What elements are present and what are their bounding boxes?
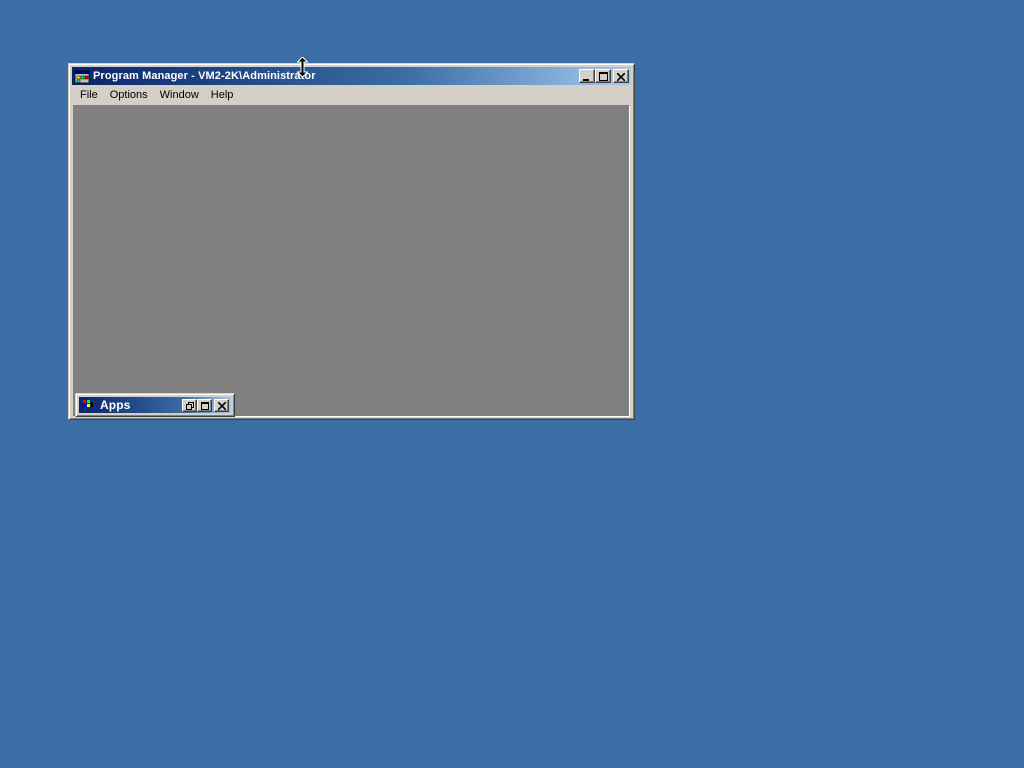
- window-title: Program Manager - VM2-2K\Administrator: [93, 70, 316, 82]
- program-manager-window: Program Manager - VM2-2K\Administrator F…: [68, 63, 635, 420]
- minimize-icon: [583, 69, 591, 84]
- maximize-icon: [200, 398, 209, 413]
- apps-maximize-button[interactable]: [197, 398, 212, 413]
- restore-button[interactable]: [182, 398, 197, 413]
- restore-icon: [185, 398, 194, 413]
- apps-close-button[interactable]: [214, 398, 229, 413]
- program-manager-icon[interactable]: [74, 68, 90, 84]
- menu-help[interactable]: Help: [205, 88, 240, 102]
- minimize-button[interactable]: [579, 69, 595, 83]
- close-icon: [616, 69, 626, 84]
- apps-group-titlebar[interactable]: Apps: [79, 397, 231, 413]
- close-button[interactable]: [613, 69, 629, 83]
- menu-window[interactable]: Window: [154, 88, 205, 102]
- menu-options[interactable]: Options: [104, 88, 154, 102]
- maximize-button[interactable]: [595, 69, 611, 83]
- maximize-icon: [598, 69, 608, 84]
- program-group-icon[interactable]: [81, 397, 97, 413]
- mdi-client-area[interactable]: Apps: [73, 105, 630, 417]
- desktop[interactable]: Program Manager - VM2-2K\Administrator F…: [0, 0, 1024, 768]
- window-titlebar[interactable]: Program Manager - VM2-2K\Administrator: [72, 67, 631, 85]
- close-icon: [216, 398, 227, 413]
- apps-group-title: Apps: [100, 398, 131, 412]
- menubar: File Options Window Help: [72, 85, 631, 104]
- apps-group-minimized[interactable]: Apps: [75, 393, 235, 417]
- resize-cursor-icon: [296, 56, 309, 82]
- menu-file[interactable]: File: [74, 88, 104, 102]
